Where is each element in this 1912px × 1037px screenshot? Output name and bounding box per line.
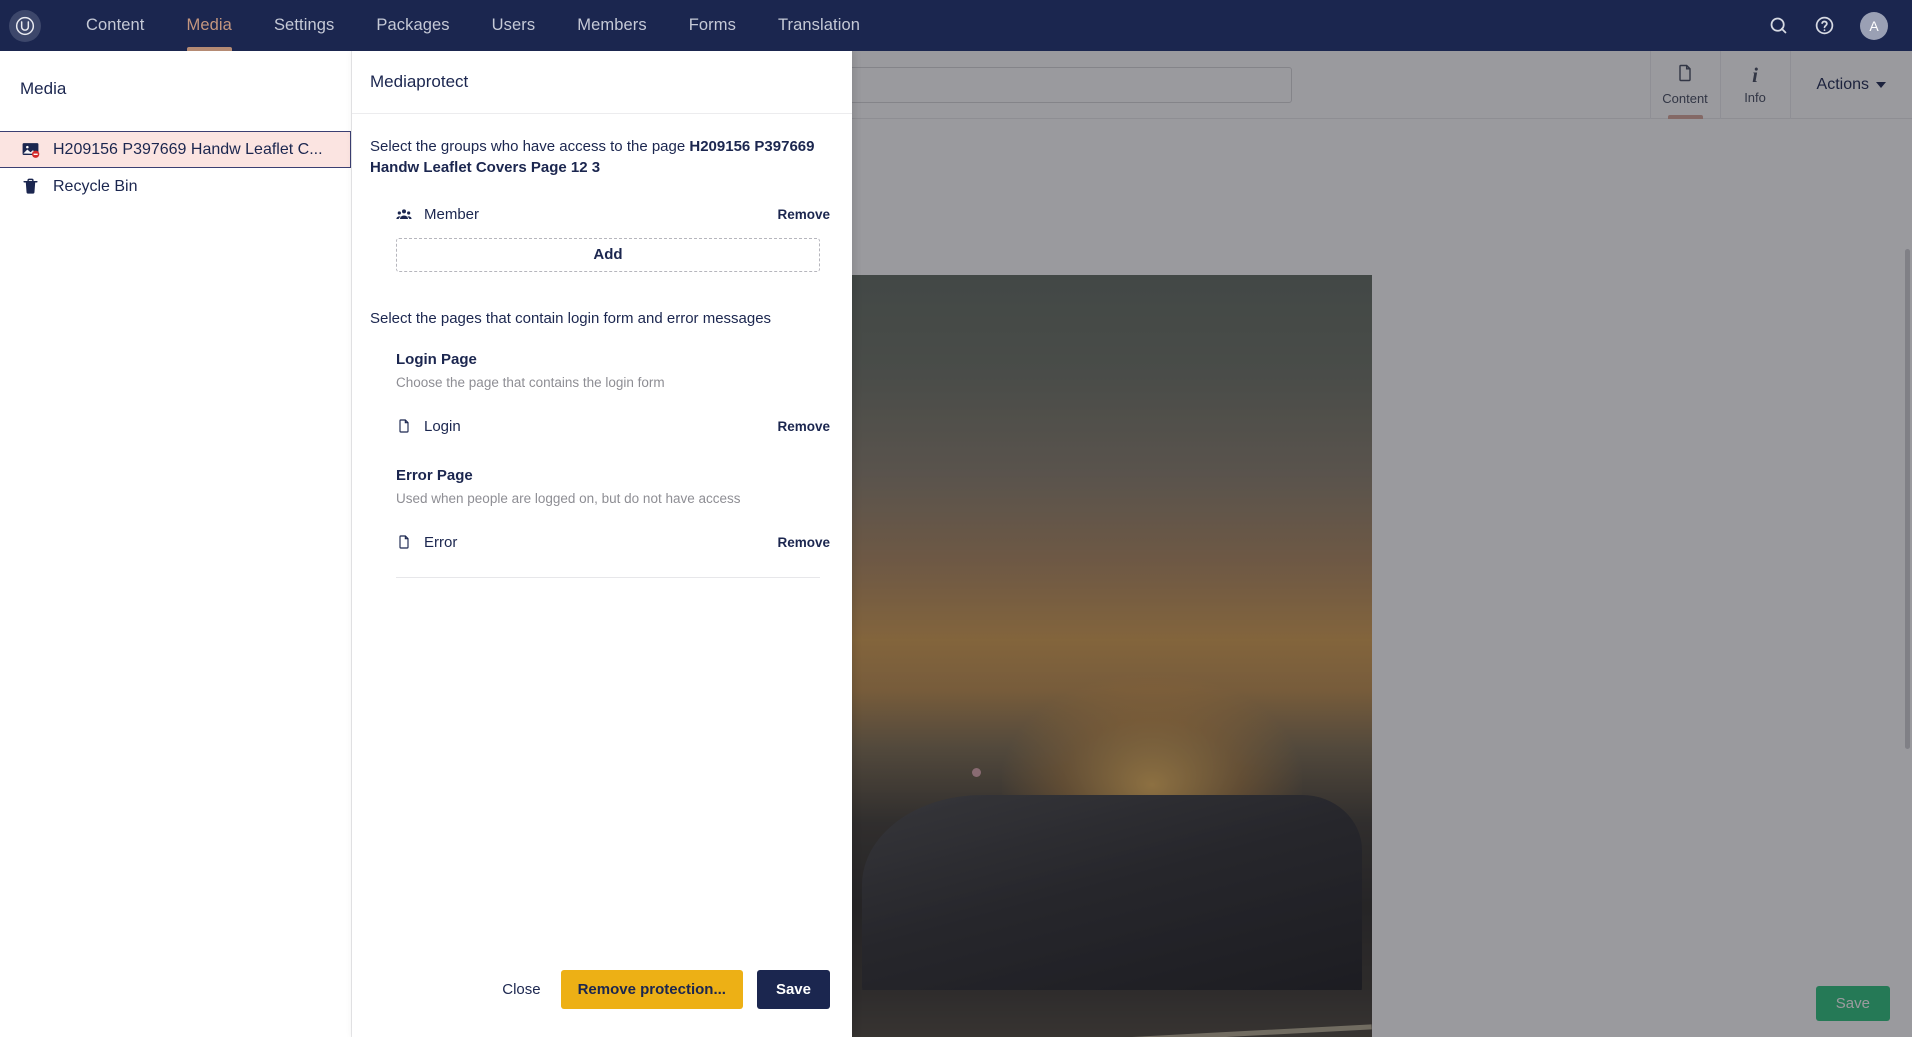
remove-error-link[interactable]: Remove — [777, 535, 830, 550]
nav-item-packages[interactable]: Packages — [355, 0, 470, 51]
panel-divider — [396, 577, 820, 578]
error-entry-row: Error Remove — [396, 523, 830, 561]
nav-label: Members — [577, 16, 646, 35]
umbraco-backoffice: Content Media Settings Packages Users Me… — [0, 0, 1912, 1037]
nav-items: Content Media Settings Packages Users Me… — [65, 0, 881, 51]
tree-item-media-file[interactable]: H209156 P397669 Handw Leaflet C... — [0, 131, 351, 168]
save-button[interactable]: Save — [757, 970, 830, 1009]
trash-icon — [20, 177, 40, 197]
members-group-icon — [396, 207, 418, 223]
login-page-help: Choose the page that contains the login … — [396, 375, 834, 390]
groups-lead-text: Select the groups who have access to the… — [370, 136, 820, 179]
panel-title: Mediaprotect — [352, 51, 852, 114]
login-entry-row: Login Remove — [396, 407, 830, 445]
login-page-title: Login Page — [396, 351, 834, 368]
remove-group-link[interactable]: Remove — [777, 207, 830, 222]
close-button[interactable]: Close — [496, 973, 546, 1006]
nav-item-users[interactable]: Users — [471, 0, 557, 51]
remove-login-link[interactable]: Remove — [777, 419, 830, 434]
groups-lead-prefix: Select the groups who have access to the… — [370, 138, 689, 155]
tree-item-recycle-bin[interactable]: Recycle Bin — [0, 168, 351, 205]
add-group-button[interactable]: Add — [396, 238, 820, 272]
umbraco-logo-icon[interactable] — [9, 10, 41, 42]
remove-protection-button[interactable]: Remove protection... — [561, 970, 743, 1009]
nav-item-media[interactable]: Media — [166, 0, 253, 51]
error-page-help: Used when people are logged on, but do n… — [396, 491, 834, 506]
nav-item-translation[interactable]: Translation — [757, 0, 881, 51]
panel-footer: Close Remove protection... Save — [352, 941, 852, 1037]
tree-title: Media — [0, 51, 351, 99]
nav-item-members[interactable]: Members — [556, 0, 667, 51]
nav-item-content[interactable]: Content — [65, 0, 166, 51]
group-entry-row: Member Remove — [396, 196, 830, 234]
document-icon — [396, 534, 418, 550]
tree-items: H209156 P397669 Handw Leaflet C... Recyc… — [0, 131, 351, 205]
group-entry-name: Member — [424, 206, 479, 223]
nav-label: Media — [187, 16, 232, 35]
nav-item-settings[interactable]: Settings — [253, 0, 355, 51]
nav-right-group: A — [1768, 12, 1912, 40]
tree-item-label: Recycle Bin — [53, 178, 137, 196]
search-icon[interactable] — [1768, 15, 1789, 36]
pages-lead-text: Select the pages that contain login form… — [370, 308, 820, 329]
nav-item-forms[interactable]: Forms — [668, 0, 757, 51]
document-icon — [396, 418, 418, 434]
tree-item-label: H209156 P397669 Handw Leaflet C... — [53, 141, 323, 159]
panel-body: Select the groups who have access to the… — [352, 114, 852, 941]
nav-label: Translation — [778, 16, 860, 35]
login-entry-name: Login — [424, 418, 461, 435]
help-circle-icon[interactable] — [1814, 15, 1835, 36]
error-page-title: Error Page — [396, 467, 834, 484]
error-entry-name: Error — [424, 534, 457, 551]
avatar[interactable]: A — [1860, 12, 1888, 40]
nav-label: Settings — [274, 16, 334, 35]
avatar-initial: A — [1869, 18, 1878, 34]
nav-label: Forms — [689, 16, 736, 35]
nav-label: Content — [86, 16, 145, 35]
nav-label: Users — [492, 16, 536, 35]
image-protected-icon — [20, 140, 40, 160]
media-tree-sidebar: Media H209156 P397669 Handw Leaflet C... — [0, 51, 352, 1037]
top-navigation: Content Media Settings Packages Users Me… — [0, 0, 1912, 51]
nav-label: Packages — [376, 16, 449, 35]
mediaprotect-panel: Mediaprotect Select the groups who have … — [352, 51, 852, 1037]
